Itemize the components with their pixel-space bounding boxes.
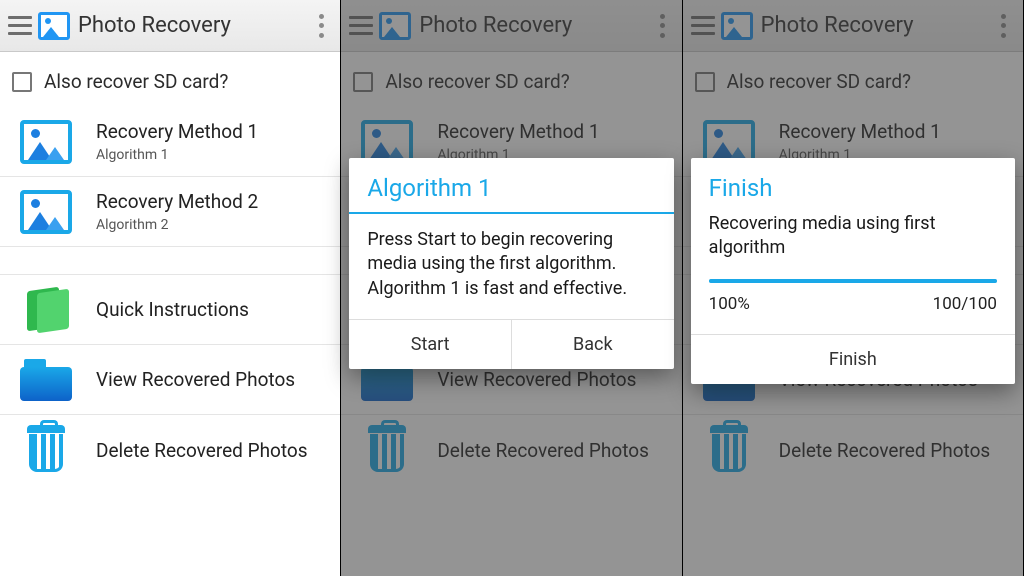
sd-card-label: Also recover SD card? [44, 70, 228, 93]
menu-icon[interactable] [8, 14, 32, 38]
dialog-button-row: Finish [691, 334, 1015, 384]
method-1-title: Recovery Method 1 [96, 120, 258, 143]
dialog-button-row: Start Back [349, 319, 673, 369]
overflow-icon[interactable] [312, 12, 330, 40]
method-2-sub: Algorithm 2 [96, 217, 258, 233]
screen-base: Photo Recovery Also recover SD card? Rec… [0, 0, 341, 576]
dialog-body: Recovering media using first algorithm 1… [691, 206, 1015, 334]
dialog-body: Press Start to begin recovering media us… [349, 214, 673, 319]
photo-icon [20, 190, 72, 234]
progress-values: 100% 100/100 [709, 293, 997, 316]
content: Also recover SD card? Recovery Method 1 … [0, 52, 340, 576]
method-2-row[interactable]: Recovery Method 2 Algorithm 2 [0, 177, 340, 247]
section-gap [0, 247, 340, 275]
delete-recovered-row[interactable]: Delete Recovered Photos [0, 415, 340, 485]
progress-count: 100/100 [933, 293, 997, 316]
app-title: Photo Recovery [78, 13, 231, 38]
progress-percent: 100% [709, 293, 750, 316]
sd-card-checkbox-row[interactable]: Also recover SD card? [0, 52, 340, 107]
app-logo-icon [38, 12, 70, 40]
book-icon [23, 287, 69, 333]
algorithm-dialog: Algorithm 1 Press Start to begin recover… [349, 158, 673, 369]
delete-label: Delete Recovered Photos [96, 439, 308, 462]
method-1-sub: Algorithm 1 [96, 147, 258, 163]
progress-message: Recovering media using first algorithm [709, 212, 997, 261]
quick-instructions-row[interactable]: Quick Instructions [0, 275, 340, 345]
progress-bar [709, 279, 997, 283]
checkbox-icon[interactable] [12, 72, 32, 92]
view-label: View Recovered Photos [96, 368, 295, 391]
screen-finish-dialog: Photo Recovery Also recover SD card? Rec… [683, 0, 1024, 576]
instructions-label: Quick Instructions [96, 298, 249, 321]
progress-dialog: Finish Recovering media using first algo… [691, 158, 1015, 384]
view-recovered-row[interactable]: View Recovered Photos [0, 345, 340, 415]
method-2-title: Recovery Method 2 [96, 190, 258, 213]
back-button[interactable]: Back [512, 320, 674, 369]
trash-icon [23, 425, 69, 475]
dialog-title: Algorithm 1 [349, 158, 673, 212]
screen-start-dialog: Photo Recovery Also recover SD card? Rec… [341, 0, 682, 576]
photo-icon [20, 120, 72, 164]
folder-icon [20, 359, 72, 401]
finish-button[interactable]: Finish [691, 335, 1015, 384]
method-1-row[interactable]: Recovery Method 1 Algorithm 1 [0, 107, 340, 177]
dialog-title: Finish [691, 158, 1015, 206]
start-button[interactable]: Start [349, 320, 512, 369]
titlebar: Photo Recovery [0, 0, 340, 52]
